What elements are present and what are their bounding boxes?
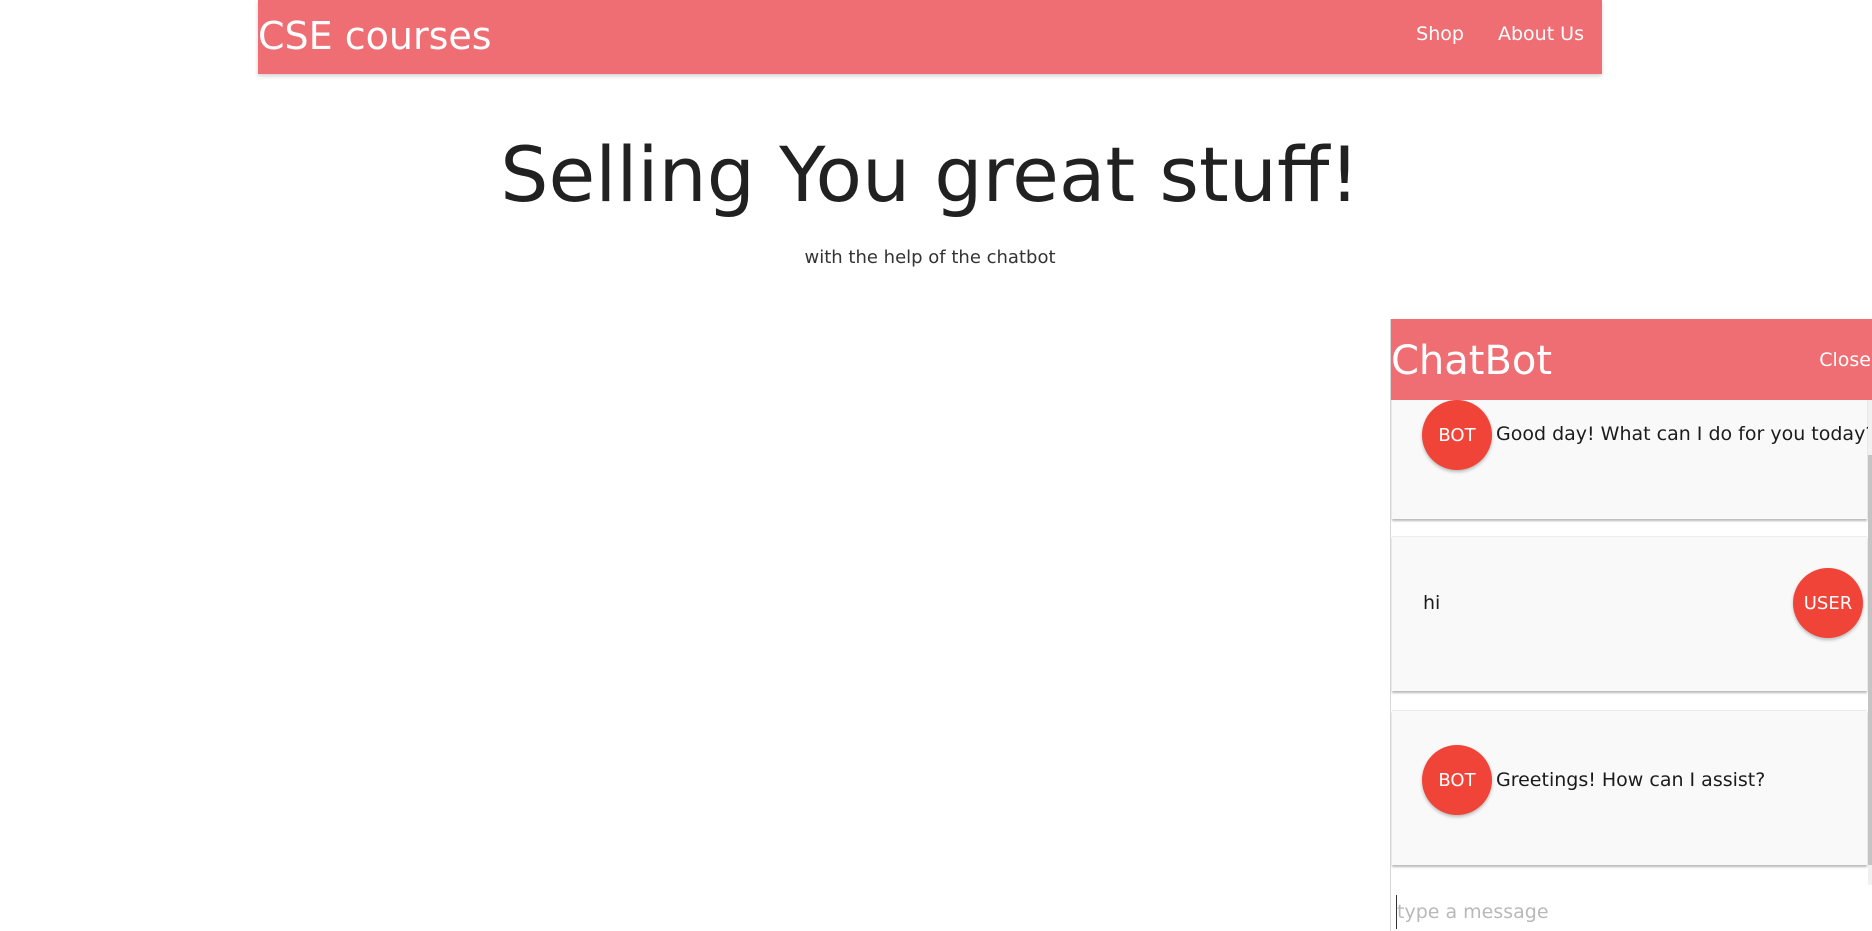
- chatbot-title: ChatBot: [1391, 338, 1553, 384]
- chat-message-list[interactable]: BOT Good day! What can I do for you toda…: [1391, 400, 1872, 885]
- chatbot-close-button[interactable]: Close: [1819, 347, 1871, 373]
- chatbot-header: ChatBot Close: [1391, 319, 1872, 400]
- nav-link-about-us[interactable]: About Us: [1498, 20, 1584, 48]
- hero-title: Selling You great stuff!: [500, 130, 1360, 219]
- chat-message-text: Good day! What can I do for you today?: [1496, 423, 1872, 445]
- chat-message-user: hi USER: [1392, 536, 1867, 691]
- chat-scrollbar-thumb[interactable]: [1868, 455, 1872, 865]
- chat-message-bot: BOT Greetings! How can I assist?: [1392, 710, 1867, 865]
- bot-avatar: BOT: [1422, 745, 1492, 815]
- top-navbar: CSE courses Shop About Us: [258, 0, 1602, 74]
- nav-link-shop[interactable]: Shop: [1416, 20, 1464, 48]
- bot-avatar: BOT: [1422, 400, 1492, 470]
- main-nav: Shop About Us: [1416, 20, 1584, 48]
- brand-link[interactable]: CSE courses: [258, 10, 492, 62]
- user-avatar: USER: [1793, 568, 1863, 638]
- chat-input-area: [1391, 895, 1872, 931]
- chatbot-panel: ChatBot Close BOT Good day! What can I d…: [1390, 319, 1872, 931]
- chat-message-text: Greetings! How can I assist?: [1496, 769, 1766, 791]
- chat-message-input[interactable]: [1396, 895, 1866, 929]
- hero-subtitle: with the help of the chatbot: [804, 247, 1056, 268]
- chat-scrollbar[interactable]: [1868, 400, 1872, 885]
- chat-message-text: hi: [1423, 592, 1441, 614]
- chat-message-bot: BOT Good day! What can I do for you toda…: [1392, 400, 1872, 519]
